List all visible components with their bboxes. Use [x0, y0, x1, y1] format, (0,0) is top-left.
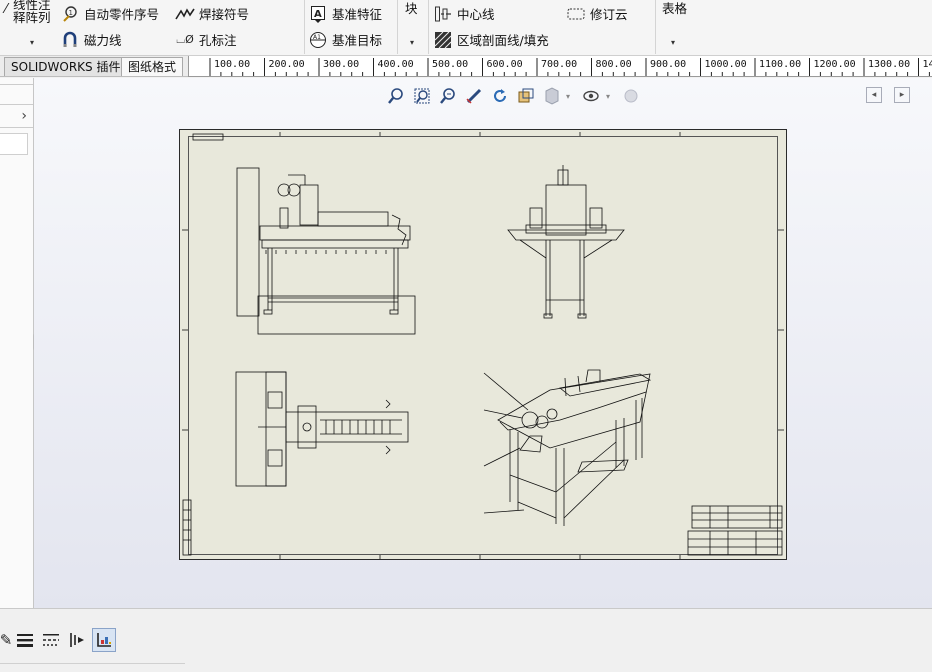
- ribbon-separator: [428, 0, 429, 54]
- chevron-down-icon[interactable]: ▾: [606, 92, 610, 101]
- datum-target-label: 基准目标: [332, 33, 383, 48]
- auto-balloon-label: 自动零件序号: [84, 7, 160, 22]
- ruler-label: 100.00: [214, 59, 251, 70]
- panel-divider: [0, 84, 33, 85]
- ruler-label: 400.00: [377, 59, 414, 70]
- ruler-label: 900.00: [650, 59, 687, 70]
- tab-label: 图纸格式: [128, 60, 177, 74]
- block-button[interactable]: 块: [405, 0, 418, 17]
- ruler-label: 800.00: [595, 59, 632, 70]
- bottom-toolbar-row2: [0, 663, 185, 672]
- revision-cloud-label: 修订云: [590, 7, 628, 22]
- previous-view-icon[interactable]: [437, 86, 459, 106]
- weld-symbol-icon: [175, 5, 195, 23]
- linear-note-pattern-button[interactable]: 线性注 释阵列: [13, 0, 51, 24]
- horizontal-ruler: 100.00 200.00 300.00 400.00 500.00 600.00 700.…: [188, 56, 932, 77]
- centerline-label: 中心线: [457, 7, 495, 22]
- table-label: 表格: [662, 1, 688, 16]
- collapse-left-icon[interactable]: ◂: [866, 87, 882, 103]
- apply-scene-icon[interactable]: [620, 86, 642, 106]
- rotate-view-icon[interactable]: [489, 86, 511, 106]
- svg-text:A: A: [314, 9, 322, 20]
- ruler-label: 700.00: [541, 59, 578, 70]
- hole-callout-label: 孔标注: [199, 33, 237, 48]
- hole-callout-icon: ⌴Ø: [176, 32, 194, 46]
- magnetic-line-button[interactable]: 磁力线: [60, 30, 122, 49]
- ribbon-separator: [655, 0, 656, 54]
- chevron-right-icon: ›: [21, 108, 27, 124]
- chevron-down-icon[interactable]: ▾: [566, 92, 570, 101]
- svg-text:1: 1: [69, 9, 73, 17]
- magnetic-line-icon: [60, 31, 80, 49]
- drawing-sheet[interactable]: [179, 129, 787, 560]
- ruler-label: 600.00: [486, 59, 523, 70]
- tab-solidworks-addins[interactable]: SOLIDWORKS 插件: [4, 57, 128, 76]
- bottom-toolbar: ✎: [0, 608, 932, 672]
- ribbon-separator: [304, 0, 305, 54]
- auto-balloon-button[interactable]: 1 自动零件序号: [60, 4, 159, 23]
- line-style-icon[interactable]: [39, 628, 63, 652]
- weld-symbol-label: 焊接符号: [199, 7, 250, 22]
- top-view: [235, 371, 409, 487]
- table-button[interactable]: 表格: [662, 0, 687, 17]
- collapse-right-icon[interactable]: ▸: [894, 87, 910, 103]
- datum-target-icon: A1: [308, 31, 328, 49]
- auto-balloon-icon: 1: [60, 5, 80, 23]
- zoom-to-fit-icon[interactable]: [385, 86, 407, 106]
- linear-note-pattern-line2: 释阵列: [13, 10, 51, 25]
- command-manager-ribbon: ⁄ 线性注 释阵列 ▾ 1 自动零件序号 磁力线 焊接符号 ⌴Ø 孔标注 A 基…: [0, 0, 932, 56]
- edit-appearance-icon[interactable]: [580, 86, 602, 106]
- layer-properties-icon[interactable]: [92, 628, 116, 652]
- chevron-down-icon[interactable]: ▾: [30, 38, 34, 47]
- title-block: [182, 133, 783, 556]
- svg-text:A1: A1: [313, 34, 321, 41]
- magnetic-line-label: 磁力线: [84, 33, 122, 48]
- revision-cloud-button[interactable]: 修订云: [566, 4, 628, 23]
- tab-label: SOLIDWORKS 插件: [11, 60, 121, 74]
- expand-panel-button[interactable]: ›: [0, 104, 33, 128]
- centerline-icon: [433, 5, 453, 23]
- datum-feature-button[interactable]: A 基准特征: [308, 4, 382, 23]
- filter-input[interactable]: [0, 133, 28, 155]
- ruler-label: 1300.00: [868, 59, 911, 70]
- centerline-button[interactable]: 中心线: [433, 4, 495, 23]
- side-view: [507, 165, 625, 319]
- command-manager-tabs: SOLIDWORKS 插件 图纸格式: [0, 56, 188, 77]
- ruler-label: 200.00: [268, 59, 305, 70]
- isometric-view: [483, 369, 652, 526]
- graphics-area[interactable]: ▾ ▾ ◂ ▸: [34, 78, 932, 608]
- line-thickness-icon[interactable]: [13, 628, 37, 652]
- solidworks-window: ⁄ 线性注 释阵列 ▾ 1 自动零件序号 磁力线 焊接符号 ⌴Ø 孔标注 A 基…: [0, 0, 932, 672]
- area-hatch-fill-button[interactable]: 区域剖面线/填充: [433, 30, 549, 49]
- ruler-label: 1200.00: [813, 59, 856, 70]
- ruler-label: 500.00: [432, 59, 469, 70]
- ribbon-separator: [397, 0, 398, 54]
- ruler-label: 1400.00: [922, 59, 932, 70]
- revision-cloud-icon: [566, 5, 586, 23]
- datum-feature-label: 基准特征: [332, 7, 383, 22]
- datum-target-button[interactable]: A1 基准目标: [308, 30, 382, 49]
- display-style-icon[interactable]: [515, 86, 537, 106]
- hide-show-items-icon[interactable]: [541, 86, 563, 106]
- datum-feature-icon: A: [308, 5, 328, 23]
- drawing-views: [182, 132, 784, 559]
- area-hatch-icon: [433, 31, 453, 49]
- chevron-down-icon[interactable]: ▾: [671, 38, 675, 47]
- block-label: 块: [405, 1, 418, 16]
- tab-sheet-format[interactable]: 图纸格式: [121, 57, 184, 76]
- ruler-label: 1100.00: [759, 59, 802, 70]
- ruler-label: 300.00: [323, 59, 360, 70]
- area-hatch-label: 区域剖面线/填充: [457, 33, 549, 48]
- weld-symbol-button[interactable]: 焊接符号: [175, 4, 249, 23]
- ruler-label: 1000.00: [704, 59, 747, 70]
- hole-callout-button[interactable]: ⌴Ø 孔标注: [175, 30, 237, 49]
- zoom-area-icon[interactable]: [411, 86, 433, 106]
- hide-show-edges-icon[interactable]: [65, 628, 89, 652]
- chevron-down-icon[interactable]: ▾: [410, 38, 414, 47]
- sheet-border-ticks: [182, 132, 784, 559]
- front-view: [236, 167, 416, 335]
- section-view-icon[interactable]: [463, 86, 485, 106]
- feature-manager-panel: › •: [0, 78, 40, 608]
